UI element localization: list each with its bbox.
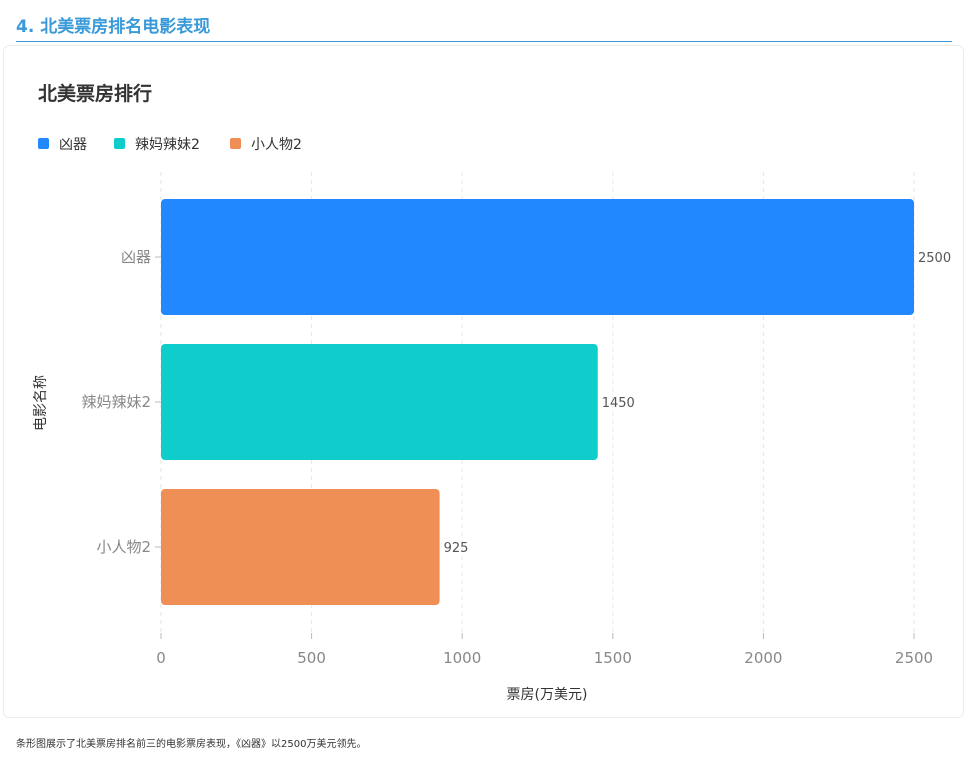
y-tick-label: 凶器 [121,248,151,266]
data-label: 925 [444,541,469,556]
x-axis-label: 票房(万美元) [507,687,588,703]
x-tick-label: 1000 [443,649,481,667]
x-tick-label: 1500 [594,649,632,667]
chart-title: 北美票房排行 [38,82,152,105]
x-tick-label: 0 [156,649,166,667]
bar [161,344,598,460]
chart-legend: 凶器 辣妈辣妹2 小人物2 [38,137,302,153]
legend-label: 辣妈辣妹2 [135,137,200,153]
bar [161,489,440,605]
x-tick-label: 2000 [744,649,782,667]
y-axis-label: 电影名称 [33,375,49,431]
x-tick-label: 500 [297,649,326,667]
bar [161,199,914,315]
data-label: 2500 [918,251,951,266]
data-label: 1450 [602,396,635,411]
legend-swatch [230,138,241,149]
legend-swatch [114,138,125,149]
y-tick-label: 小人物2 [96,538,151,556]
chart-caption: 条形图展示了北美票房排名前三的电影票房表现，《凶器》以2500万美元领先。 [16,739,367,750]
y-tick-label: 辣妈辣妹2 [81,393,151,411]
bar-chart: 北美票房排行 凶器 辣妈辣妹2 小人物2 25001450925 凶器辣妈辣妹2小人… [3,45,964,718]
legend-label: 凶器 [59,137,87,153]
legend-label: 小人物2 [251,137,302,153]
legend-swatch [38,138,49,149]
x-tick-label: 2500 [895,649,933,667]
